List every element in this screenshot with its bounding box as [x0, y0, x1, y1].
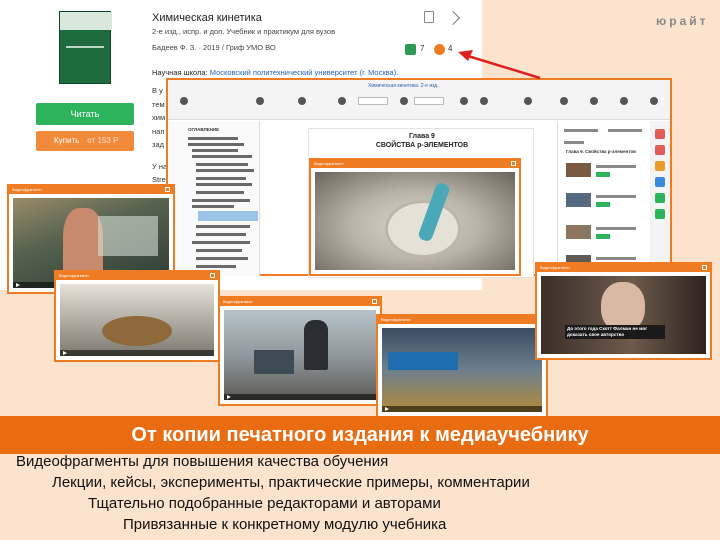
video-window[interactable]: Видеофрагмент До этого года Скотт Фалман… [535, 262, 712, 360]
video-window-label: Видеофрагмент [59, 273, 89, 278]
headline-banner: От копии печатного издания к медиаучебни… [0, 416, 720, 454]
video-window-label: Видеофрагмент [223, 299, 253, 304]
video-frame[interactable]: До этого года Скотт Фалман не мог доказа… [541, 276, 706, 354]
feature-text: Тщательно подобранные редакторами и авто… [88, 495, 441, 512]
video-controls[interactable] [60, 350, 214, 356]
close-icon[interactable] [702, 265, 707, 270]
video-window-label: Видеофрагмент [540, 265, 570, 270]
video-controls[interactable] [382, 406, 542, 412]
video-window[interactable]: Видеофрагмент СЕГМЕНТ МОЛОЧНОГО ЖИВОТНОВ… [376, 314, 548, 418]
video-caption: СЕГМЕНТ МОЛОЧНОГО ЖИВОТНОВОДСТВА [390, 353, 435, 362]
video-frame[interactable] [315, 172, 515, 270]
close-icon[interactable] [511, 161, 516, 166]
video-frame[interactable] [60, 284, 214, 356]
feature-text: Привязанные к конкретному модулю учебник… [123, 516, 447, 533]
video-window[interactable]: Видеофрагмент [218, 296, 382, 406]
video-frame[interactable]: СЕГМЕНТ МОЛОЧНОГО ЖИВОТНОВОДСТВА [382, 328, 542, 412]
feature-text: Видеофрагменты для повышения качества об… [16, 453, 389, 470]
video-window-label: Видеофрагмент [314, 161, 344, 166]
video-frame[interactable] [224, 310, 376, 400]
video-controls[interactable] [224, 394, 376, 400]
close-icon[interactable] [372, 299, 377, 304]
video-window[interactable]: Видеофрагмент [309, 158, 521, 276]
video-window[interactable]: Видеофрагмент [54, 270, 220, 362]
video-window-label: Видеофрагмент [12, 187, 42, 192]
close-icon[interactable] [165, 187, 170, 192]
close-icon[interactable] [210, 273, 215, 278]
feature-text: Лекции, кейсы, эксперименты, практически… [52, 474, 530, 491]
video-caption: До этого года Скотт Фалман не мог доказа… [565, 325, 665, 339]
video-window-label: Видеофрагмент [381, 317, 411, 322]
